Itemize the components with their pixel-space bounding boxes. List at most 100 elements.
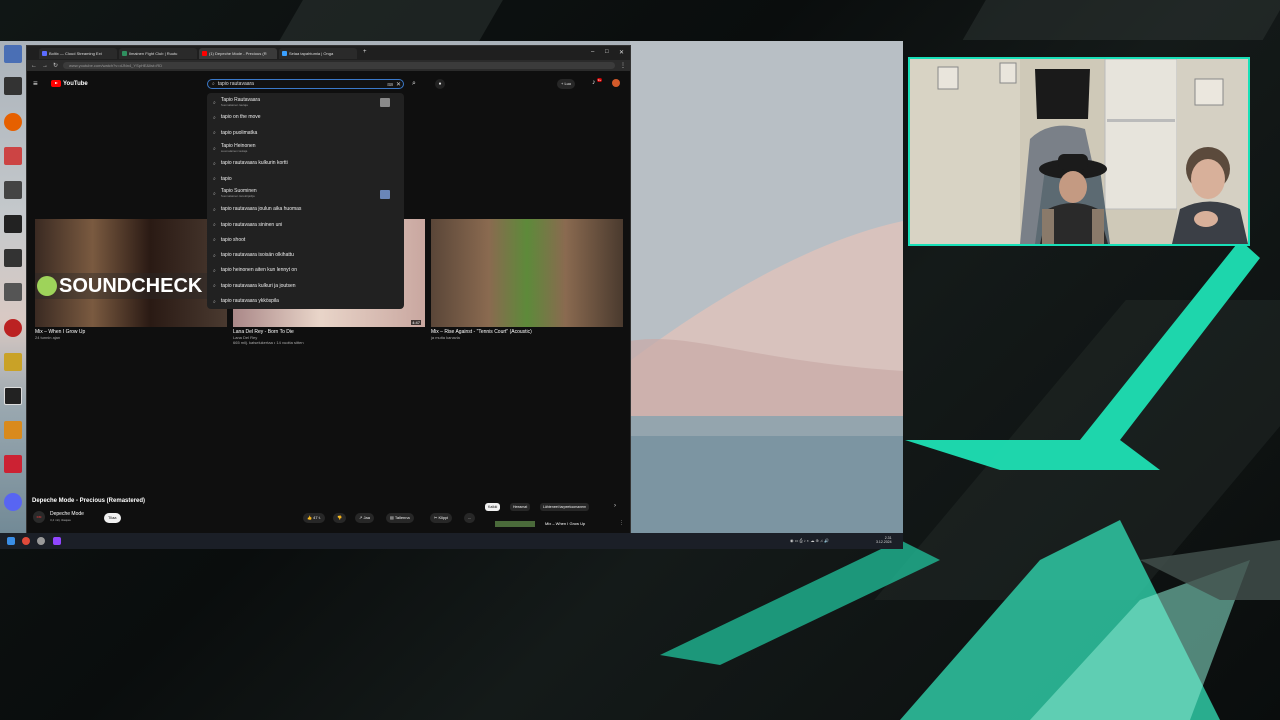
extensions-icon[interactable]: ⋮	[620, 62, 626, 69]
clip-button[interactable]: ✂ Klippi	[430, 513, 453, 523]
search-suggestions: ⌕ Tapio Rautavaara Suomalainen laulaja ⌕ tap…	[207, 93, 404, 309]
webcam-scene	[910, 59, 1248, 244]
suggestion-item[interactable]: ⌕ tapio on the move	[207, 110, 404, 125]
suggestion-item[interactable]: ⌕ Tapio Rautavaara Suomalainen laulaja	[207, 95, 404, 110]
firefox-icon[interactable]	[4, 113, 22, 131]
discord-icon[interactable]	[4, 493, 22, 511]
new-tab-button[interactable]: +	[363, 49, 367, 55]
search-button[interactable]: ⌕	[412, 80, 416, 88]
menu-icon[interactable]: ≡	[33, 79, 38, 88]
system-tray[interactable]: ◉ ▭ ⎙ ♪ ◐ ☁ ⊕ ♫ 🔊	[790, 538, 829, 543]
app-icon[interactable]	[4, 249, 22, 267]
bell-icon[interactable]: ♪	[592, 79, 596, 86]
suggestion-text: tapio rautavaara kulkuri ja joutsen	[221, 283, 296, 289]
address-bar: ← → ↻ www.youtube.com/watch?v=dJNn4_YSpH…	[27, 60, 630, 71]
suggestion-search-icon: ⌕	[213, 145, 216, 152]
suggestion-item[interactable]: ⌕ tapio shoot	[207, 233, 404, 248]
suggestion-search-icon: ⌕	[213, 237, 216, 244]
keyboard-icon[interactable]: ⌨	[387, 82, 393, 87]
now-playing-title: Depeche Mode - Precious (Remastered)	[32, 498, 146, 504]
maximize-icon[interactable]: □	[605, 49, 609, 55]
suggestion-text: tapio on the move	[221, 115, 261, 120]
video-thumbnail[interactable]: SOUNDCHECK	[35, 219, 227, 327]
app-icon[interactable]	[4, 421, 22, 439]
subscribe-button[interactable]: Tilaa	[104, 513, 121, 523]
app-icon[interactable]	[4, 147, 22, 165]
forward-icon[interactable]: →	[42, 63, 48, 69]
mic-icon[interactable]: ●	[435, 79, 445, 89]
suggestion-item[interactable]: ⌕ tapio heinonen aiten kun lennyt on	[207, 263, 404, 278]
channel-subscribers: 3,4 milj. tilaajaa	[50, 518, 71, 522]
search-value: tapio rautavaara	[217, 81, 254, 87]
app-icon[interactable]	[4, 319, 22, 337]
app-icon[interactable]	[4, 387, 22, 405]
youtube-logo[interactable]: YouTube	[51, 80, 88, 87]
app-icon[interactable]	[4, 215, 22, 233]
suggestion-label: tapio on the move	[220, 114, 261, 121]
suggestion-text: tapio	[221, 176, 232, 182]
video-card[interactable]: Mix – Rise Against - "Tennis Court" (Aco…	[431, 219, 623, 340]
video-card[interactable]: SOUNDCHECK Mix – When I Grow Up 24 tunni…	[35, 219, 227, 340]
suggestion-item[interactable]: ⌕ tapio rautavaara sininen uni	[207, 217, 404, 232]
app-icon[interactable]	[37, 537, 45, 545]
share-button[interactable]: ↗ Jaa	[355, 513, 374, 523]
avatar[interactable]	[612, 79, 620, 87]
like-button[interactable]: 👍 47 t.	[303, 513, 325, 523]
app-icon[interactable]	[4, 45, 22, 63]
app-icon[interactable]	[4, 353, 22, 371]
tab-favicon	[202, 50, 207, 56]
suggestion-item[interactable]: ⌕ tapio rautavaara kulkurin kortti	[207, 156, 404, 171]
clear-search-icon[interactable]: ✕	[396, 81, 401, 88]
more-button[interactable]: ...	[464, 513, 476, 523]
channel-name[interactable]: Depeche Mode	[50, 511, 84, 517]
app-icon[interactable]	[4, 181, 22, 199]
suggestion-label: tapio rautavaara isoisän olkihattu	[220, 252, 294, 259]
video-thumbnail[interactable]	[431, 219, 623, 327]
suggestion-item[interactable]: ⌕ tapio rautavaara kulkuri ja joutsen	[207, 279, 404, 294]
suggestion-item[interactable]: ⌕ tapio rautavaara joulun aika huomas	[207, 202, 404, 217]
url-field[interactable]: www.youtube.com/watch?v=dJNn4_YSpHE&list…	[63, 62, 615, 69]
save-button[interactable]: ▤ Tallenna	[386, 513, 414, 523]
notification-badge: 9+	[597, 78, 602, 82]
suggestion-item[interactable]: ⌕ Tapio Heinonen suomalainen laulaja	[207, 141, 404, 156]
minimize-icon[interactable]: –	[591, 49, 594, 55]
chips-next-icon[interactable]: ›	[614, 503, 616, 509]
now-playing-bar: Depeche Mode - Precious (Remastered) DM …	[27, 494, 630, 534]
up-next-more-icon[interactable]: ⋮	[619, 520, 624, 526]
suggestion-item[interactable]: ⌕ Tapio Suominen Suomalainen tietokirjaili…	[207, 187, 404, 202]
chip-third[interactable]: Lähteneet tarpeetoomanem	[540, 503, 590, 511]
suggestion-label: tapio rautavaara kulkurin kortti	[220, 160, 288, 167]
video-meta: 24 tunnin ajan	[35, 335, 61, 340]
tab-boltix[interactable]: Boltix — Cloud Streaming Ext	[39, 47, 117, 59]
tab-label: Selaa tapahtumia | Onga	[289, 50, 334, 56]
create-button[interactable]: + Luo	[557, 79, 576, 89]
suggestion-item[interactable]: ⌕ tapio rautavaara isoisän olkihattu	[207, 248, 404, 263]
suggestion-item[interactable]: ⌕ tapio rautavaara ykköspila	[207, 294, 404, 309]
clock[interactable]: 2.31 3.12.2024	[876, 536, 892, 544]
start-icon[interactable]	[7, 537, 15, 545]
chip-second[interactable]: Heeamat	[510, 503, 531, 511]
up-next-title[interactable]: Mix – When I Grow Up	[545, 521, 585, 526]
channel-logo[interactable]: DM	[33, 511, 45, 523]
app-icon[interactable]	[4, 77, 22, 95]
search-input[interactable]: ⌕ tapio rautavaara ⌨ ✕	[207, 79, 404, 89]
tab-events[interactable]: Selaa tapahtumia | Onga	[279, 47, 357, 59]
suggestion-item[interactable]: ⌕ tapio puolimatka	[207, 126, 404, 141]
tab-favicon	[42, 50, 47, 56]
reload-icon[interactable]: ↻	[53, 62, 58, 69]
stream-overlay: Boltix — Cloud Streaming Ext Ilmainen Fi…	[0, 0, 1280, 720]
close-icon[interactable]: ✕	[619, 49, 624, 56]
tab-favicon	[282, 50, 287, 56]
suggestion-subtitle: suomalainen laulaja	[220, 148, 248, 153]
app-icon[interactable]	[4, 455, 22, 473]
tab-youtube[interactable]: (1) Depeche Mode - Precious (R	[199, 47, 277, 59]
app-icon[interactable]	[4, 283, 22, 301]
suggestion-item[interactable]: ⌕ tapio	[207, 171, 404, 186]
chip-all[interactable]: Kaikki	[485, 503, 501, 511]
up-next-thumb[interactable]	[495, 521, 535, 527]
dislike-button[interactable]: 👎	[333, 513, 346, 523]
back-icon[interactable]: ←	[31, 63, 37, 69]
app-icon[interactable]	[53, 537, 61, 545]
tab-ruutu[interactable]: Ilmainen Fight Club | Ruutu	[119, 47, 197, 59]
browser-icon[interactable]	[22, 537, 30, 545]
